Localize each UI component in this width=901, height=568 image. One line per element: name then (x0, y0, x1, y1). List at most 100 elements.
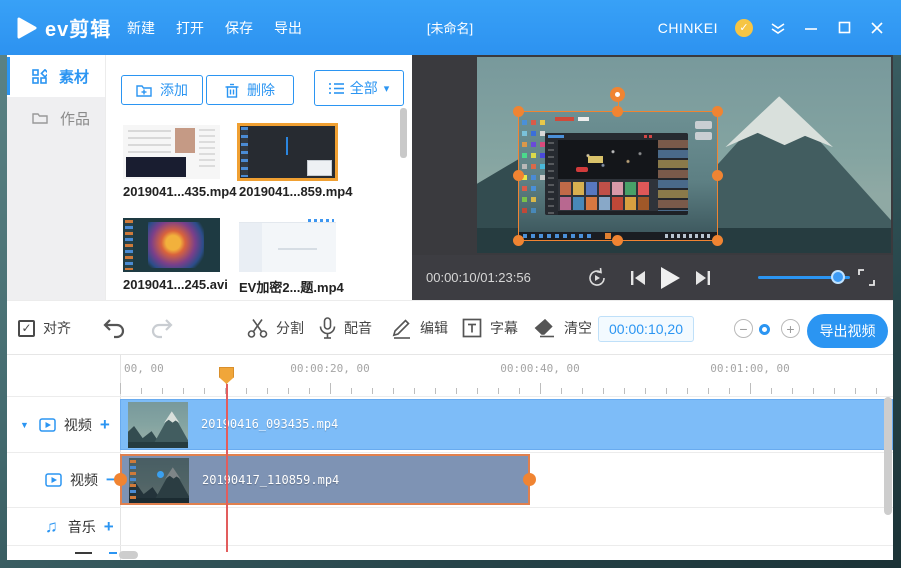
resize-handle-nw[interactable] (513, 106, 524, 117)
selection-box (518, 111, 718, 241)
menu-save[interactable]: 保存 (225, 18, 253, 38)
clear-label: 清空 (564, 318, 592, 338)
previous-frame-icon[interactable] (630, 255, 646, 300)
library-item-thumbnail (123, 125, 220, 179)
timeline-clip-selected[interactable]: 20190417_110859.mp4 (120, 454, 530, 505)
library-item[interactable]: 2019041...435.mp4 (123, 125, 221, 199)
track-header-music: ♫ 音乐 + (7, 510, 120, 543)
redo-button[interactable] (151, 301, 175, 355)
split-button[interactable]: 分割 (247, 301, 304, 355)
fullscreen-icon[interactable] (858, 255, 875, 300)
library-item-thumbnail (239, 218, 336, 272)
timeline-horizontal-scrollbar[interactable] (119, 551, 138, 559)
align-toggle[interactable]: ✓ 对齐 (18, 301, 71, 355)
edit-label: 编辑 (420, 318, 448, 338)
library-scrollbar[interactable] (400, 108, 407, 158)
next-frame-icon[interactable] (695, 255, 711, 300)
list-icon (329, 82, 344, 95)
library-item[interactable]: EV加密2...题.mp4 (239, 218, 337, 296)
tab-works[interactable]: 作品 (7, 97, 105, 139)
clip-name: 20190417_110859.mp4 (202, 473, 339, 487)
app-name: ev剪辑 (45, 13, 111, 42)
resize-handle-se[interactable] (712, 235, 723, 246)
add-button-label: 添加 (160, 80, 188, 100)
add-track-button[interactable]: + (100, 415, 110, 435)
volume-knob[interactable] (831, 270, 845, 284)
zoom-in-button[interactable]: + (781, 319, 800, 338)
selected-clip-overlay[interactable] (519, 112, 717, 240)
tab-material[interactable]: 素材 (7, 55, 105, 97)
video-track-icon (39, 418, 56, 432)
track-label: 音乐 (68, 517, 96, 537)
resize-handle-ne[interactable] (712, 106, 723, 117)
library-item[interactable]: 2019041...859.mp4 (239, 125, 337, 199)
resize-handle-w[interactable] (513, 170, 524, 181)
edit-button[interactable]: 编辑 (391, 301, 448, 355)
titlebar-controls: CHINKEI ✓ (658, 0, 885, 55)
ruler-label: 00:00:40, 00 (500, 362, 579, 375)
minimize-button[interactable] (803, 20, 819, 36)
close-button[interactable] (869, 20, 885, 36)
library-item-name: EV加密2...题.mp4 (239, 277, 337, 296)
export-video-button[interactable]: 导出视频 (807, 314, 888, 348)
titlebar: ev剪辑 新建 打开 保存 导出 [未命名] CHINKEI ✓ (0, 0, 901, 55)
timecode-input[interactable] (598, 316, 694, 342)
checkbox-checked-icon: ✓ (18, 320, 35, 337)
ruler-label: 00:01:00, 00 (710, 362, 789, 375)
resize-handle-e[interactable] (712, 170, 723, 181)
track-header-video-1: ▼ 视频 + (7, 407, 120, 443)
track-label: 视频 (64, 415, 92, 435)
timeline-vertical-scrollbar[interactable] (884, 397, 892, 515)
play-button[interactable] (659, 255, 681, 300)
add-button[interactable]: 添加 (121, 75, 203, 105)
subtitle-button[interactable]: 字幕 (462, 301, 518, 355)
timeline: 00, 00 00:00:20, 00 00:00:40, 00 00:01:0… (7, 355, 893, 560)
loop-icon[interactable] (586, 255, 608, 300)
menu-export[interactable]: 导出 (274, 18, 302, 38)
delete-button[interactable]: 删除 (206, 75, 294, 105)
resize-handle-s[interactable] (612, 235, 623, 246)
video-track-icon (45, 473, 62, 487)
library-item[interactable]: 2019041...245.avi (123, 218, 221, 292)
add-track-button[interactable]: + (104, 517, 114, 537)
menu-new[interactable]: 新建 (127, 18, 155, 38)
maximize-button[interactable] (836, 20, 852, 36)
username[interactable]: CHINKEI (658, 20, 718, 36)
clip-thumbnail (128, 402, 188, 448)
filter-label: 全部 (350, 78, 378, 98)
timeline-clip[interactable]: 20190416_093435.mp4 (120, 399, 893, 450)
library-item-name: 2019041...859.mp4 (239, 184, 337, 199)
edit-toolbar: ✓ 对齐 分割 配音 编辑 字幕 清空 − (7, 300, 893, 355)
sidebar: 素材 作品 (7, 55, 105, 300)
dub-button[interactable]: 配音 (319, 301, 372, 355)
split-label: 分割 (276, 318, 304, 338)
playhead-marker[interactable] (219, 367, 234, 384)
library-panel: 添加 删除 全部 ▾ 2019041...435.mp4 2019041. (105, 55, 412, 300)
library-item-thumbnail (123, 218, 220, 272)
undo-button[interactable] (101, 301, 125, 355)
resize-handle-sw[interactable] (513, 235, 524, 246)
music-note-icon: ♫ (45, 517, 58, 537)
library-item-name: 2019041...245.avi (123, 277, 221, 292)
library-item-thumbnail-selected (239, 125, 336, 179)
resize-handle-n[interactable] (612, 106, 623, 117)
rotate-handle[interactable] (610, 87, 625, 102)
clear-button[interactable]: 清空 (534, 301, 592, 355)
zoom-fit-indicator[interactable] (759, 324, 770, 335)
app-window: ev剪辑 新建 打开 保存 导出 [未命名] CHINKEI ✓ (0, 0, 901, 568)
playback-time: 00:00:10/01:23:56 (426, 270, 531, 285)
collapse-icon[interactable]: ▼ (20, 420, 29, 430)
playback-bar: 00:00:10/01:23:56 (412, 255, 893, 300)
menu-open[interactable]: 打开 (176, 18, 204, 38)
scissors-icon (247, 318, 268, 339)
filter-dropdown[interactable]: 全部 ▾ (314, 70, 404, 106)
trim-handle-right[interactable] (523, 473, 536, 486)
redo-icon (151, 317, 175, 339)
avatar[interactable]: ✓ (735, 19, 753, 37)
library-item-name: 2019041...435.mp4 (123, 184, 221, 199)
preview-stage (412, 55, 893, 255)
trim-handle-left[interactable] (114, 473, 127, 486)
document-title: [未命名] (330, 0, 570, 55)
hide-panel-icon[interactable] (770, 20, 786, 36)
zoom-out-button[interactable]: − (734, 319, 753, 338)
